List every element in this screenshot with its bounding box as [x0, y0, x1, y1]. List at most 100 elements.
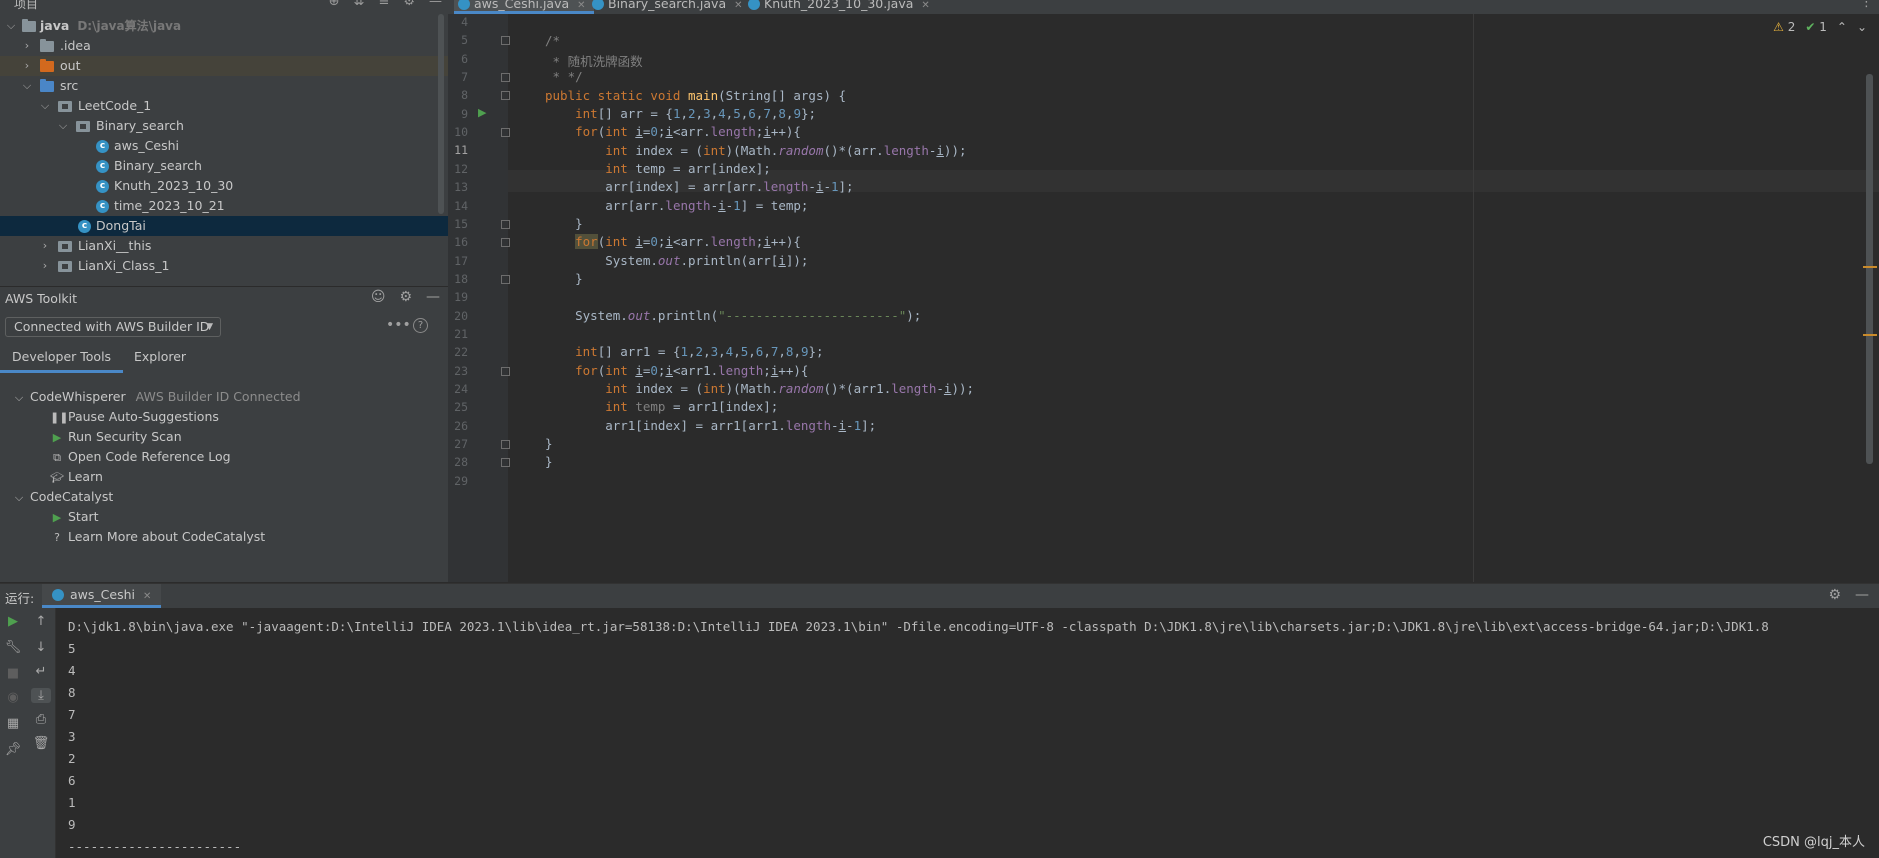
arrow-down-icon[interactable]: ↓: [31, 640, 51, 655]
gear-icon[interactable]: ⚙: [403, 0, 415, 9]
tab-knuth[interactable]: Knuth_2023_10_30.java ✕: [744, 0, 930, 14]
fold-marker-icon[interactable]: [501, 128, 510, 138]
tree-item-out[interactable]: › out: [0, 56, 448, 76]
camera-icon[interactable]: ◉: [3, 690, 23, 705]
tree-item-knuth[interactable]: c Knuth_2023_10_30: [0, 176, 448, 196]
tree-item-aws-ceshi[interactable]: c aws_Ceshi: [0, 136, 448, 156]
arrow-up-icon[interactable]: ↑: [31, 614, 51, 629]
fold-marker-icon[interactable]: [501, 440, 510, 450]
fold-marker-icon[interactable]: [501, 238, 510, 248]
tab-menu-icon[interactable]: ⋮: [1860, 0, 1873, 10]
codecatalyst-node[interactable]: ⌵ CodeCatalyst: [12, 487, 113, 507]
security-scan-item[interactable]: ▶ Run Security Scan: [50, 427, 182, 447]
expand-icon[interactable]: ≡: [378, 0, 389, 9]
tree-item-idea[interactable]: › .idea: [0, 36, 448, 56]
minimize-icon[interactable]: —: [429, 0, 442, 9]
java-class-icon: c: [96, 140, 109, 153]
warning-stripe-marker[interactable]: [1863, 266, 1877, 268]
tree-item-src[interactable]: ⌵ src: [0, 76, 448, 96]
tree-item-java[interactable]: ⌵ java D:\java算法\java: [0, 16, 448, 36]
line-number: 19: [454, 290, 468, 305]
tree-item-time[interactable]: c time_2023_10_21: [0, 196, 448, 216]
warning-count[interactable]: ⚠ 2: [1773, 20, 1795, 34]
console-output[interactable]: D:\jdk1.8\bin\java.exe "-javaagent:D:\In…: [68, 616, 1769, 858]
tab-explorer[interactable]: Explorer: [134, 345, 186, 373]
layout-icon[interactable]: ▦: [3, 716, 23, 731]
chevron-down-icon[interactable]: ⌄: [1857, 20, 1867, 34]
line-number-gutter[interactable]: 4 5 6 7 8 9 10 11 12 13 14 15 16 17 18 19 20 21 22 23 24 25 26…: [448, 14, 510, 582]
minimize-icon[interactable]: —: [1855, 587, 1869, 603]
collapse-all-icon[interactable]: ⇊: [354, 0, 365, 9]
connection-dropdown[interactable]: Connected with AWS Builder ID ▼: [5, 317, 221, 337]
tab-aws-ceshi[interactable]: aws_Ceshi.java ✕: [454, 0, 594, 14]
tab-developer-tools[interactable]: Developer Tools: [0, 345, 124, 373]
gear-icon[interactable]: ⚙: [1828, 587, 1841, 603]
close-icon[interactable]: ✕: [921, 0, 929, 11]
project-scrollbar[interactable]: [438, 14, 444, 214]
chevron-up-icon[interactable]: ⌃: [1837, 20, 1847, 34]
locate-icon[interactable]: ⊕: [329, 0, 340, 9]
help-icon[interactable]: ?: [413, 318, 428, 333]
print-icon[interactable]: ⎙: [31, 712, 51, 727]
editor-scrollbar[interactable]: [1866, 74, 1873, 464]
gear-icon[interactable]: ⚙: [399, 289, 412, 305]
fold-marker-icon[interactable]: [501, 219, 510, 229]
chevron-down-icon[interactable]: ⌵: [6, 16, 16, 36]
fold-marker-icon[interactable]: [501, 458, 510, 468]
code-reference-log-item[interactable]: ⧉ Open Code Reference Log: [50, 447, 231, 467]
ok-count[interactable]: ✔ 1: [1805, 20, 1827, 34]
more-options-icon[interactable]: •••: [386, 317, 411, 333]
soft-wrap-icon[interactable]: ↵: [31, 664, 51, 679]
item-label: Learn: [68, 469, 103, 484]
codewhisperer-node[interactable]: ⌵ CodeWhisperer AWS Builder ID Connected: [12, 387, 301, 407]
wrench-icon[interactable]: 🔧︎: [3, 640, 23, 655]
trash-icon[interactable]: 🗑︎: [31, 736, 51, 751]
chevron-right-icon[interactable]: ›: [40, 236, 50, 256]
code-editor[interactable]: 4 5 6 7 8 9 10 11 12 13 14 15 16 17 18 19 20 21 22 23 24 25 26…: [448, 14, 1879, 582]
chevron-down-icon[interactable]: ⌵: [12, 388, 26, 408]
start-item[interactable]: ▶ Start: [50, 507, 99, 527]
tree-item-binary-search-pkg[interactable]: ⌵ Binary_search: [0, 116, 448, 136]
learn-item[interactable]: 🎓︎ Learn: [50, 467, 103, 487]
stop-icon[interactable]: ■: [3, 666, 23, 681]
fold-marker-icon[interactable]: [501, 73, 510, 83]
package-icon: [58, 101, 72, 112]
project-view-selector[interactable]: 项目: [14, 0, 38, 12]
close-icon[interactable]: ✕: [734, 0, 742, 11]
fold-marker-icon[interactable]: [501, 274, 510, 284]
scroll-to-end-icon[interactable]: ⤓: [31, 688, 51, 703]
chevron-down-icon[interactable]: ⌵: [40, 96, 50, 116]
tree-item-leetcode[interactable]: ⌵ LeetCode_1: [0, 96, 448, 116]
connection-status: AWS Builder ID Connected: [135, 389, 301, 404]
chevron-down-icon[interactable]: ⌵: [58, 116, 68, 136]
chevron-down-icon[interactable]: ⌵: [22, 76, 32, 96]
tree-item-dongtai[interactable]: c DongTai: [0, 216, 448, 236]
learn-codecatalyst-item[interactable]: ? Learn More about CodeCatalyst: [50, 527, 265, 547]
fold-marker-icon[interactable]: [501, 91, 510, 101]
chevron-right-icon[interactable]: ›: [22, 36, 32, 56]
code-line: for(int i=0;i<arr1.length;i++){: [575, 363, 809, 378]
tree-item-lianxi-class[interactable]: › LianXi_Class_1: [0, 256, 448, 276]
run-main-icon[interactable]: ▶: [478, 106, 486, 119]
inspection-widget[interactable]: ⚠ 2 ✔ 1 ⌃ ⌄: [1773, 20, 1867, 34]
chevron-right-icon[interactable]: ›: [40, 256, 50, 276]
tree-item-lianxi-this[interactable]: › LianXi__this: [0, 236, 448, 256]
run-tab-aws-ceshi[interactable]: aws_Ceshi ✕: [42, 584, 162, 608]
feedback-smiley-icon[interactable]: ☺: [371, 289, 386, 305]
minimize-icon[interactable]: —: [426, 289, 440, 305]
tree-item-binary-search-class[interactable]: c Binary_search: [0, 156, 448, 176]
rerun-icon[interactable]: ▶: [3, 614, 23, 629]
tab-binary-search[interactable]: Binary_search.java ✕: [588, 0, 743, 14]
fold-marker-icon[interactable]: [501, 366, 510, 376]
java-class-icon: [592, 0, 604, 10]
close-icon[interactable]: ✕: [577, 0, 585, 11]
code-line: System.out.println(arr[i]);: [545, 253, 809, 268]
pin-icon[interactable]: 📌︎: [3, 742, 23, 757]
chevron-right-icon[interactable]: ›: [22, 56, 32, 76]
close-icon[interactable]: ✕: [143, 591, 151, 602]
fold-marker-icon[interactable]: [501, 36, 510, 46]
checkmark-icon: ✔: [1805, 20, 1816, 34]
pause-suggestions-item[interactable]: ❚❚Pause Auto-Suggestions: [50, 407, 219, 427]
warning-stripe-marker[interactable]: [1863, 334, 1877, 336]
chevron-down-icon[interactable]: ⌵: [12, 488, 26, 508]
